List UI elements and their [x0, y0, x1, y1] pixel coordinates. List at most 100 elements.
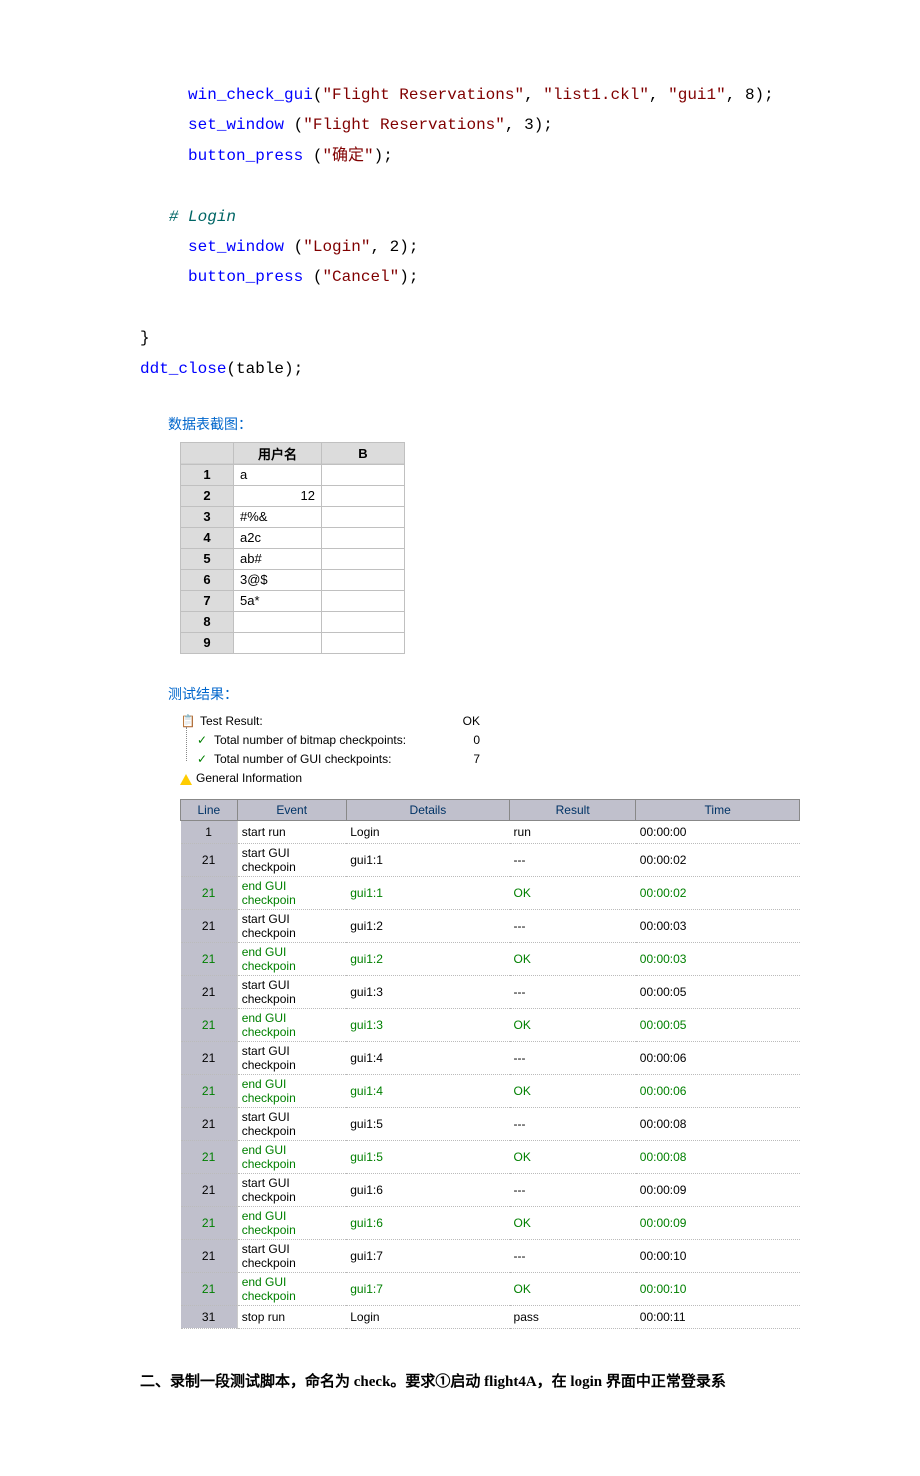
- results-row[interactable]: 21end GUI checkpoingui1:3OK00:00:05: [181, 1008, 800, 1041]
- cell-result: ---: [510, 909, 636, 942]
- results-row[interactable]: 21end GUI checkpoingui1:1OK00:00:02: [181, 876, 800, 909]
- row-number: 2: [181, 485, 234, 506]
- cell-username[interactable]: [234, 632, 322, 653]
- cell-details: gui1:5: [346, 1107, 509, 1140]
- cell-username[interactable]: #%&: [234, 506, 322, 527]
- results-table: Line Event Details Result Time 1start ru…: [180, 799, 800, 1329]
- cell-username[interactable]: 3@$: [234, 569, 322, 590]
- section-label-test-result: 测试结果：: [168, 684, 780, 704]
- cell-username[interactable]: a: [234, 464, 322, 485]
- cell-b[interactable]: [322, 464, 405, 485]
- cell-b[interactable]: [322, 590, 405, 611]
- data-spreadsheet: 用户名 B 1a2123#%&4a2c5ab#63@$75a*89: [180, 442, 405, 654]
- code-text: );: [399, 238, 418, 256]
- code-fn: button_press: [188, 147, 303, 165]
- cell-details: Login: [346, 1305, 509, 1328]
- cell-details: gui1:5: [346, 1140, 509, 1173]
- bottom-paragraph: 二、录制一段测试脚本，命名为 check。要求①启动 flight4A，在 lo…: [140, 1369, 780, 1396]
- tree-item-test-result[interactable]: 📋 Test Result: OK: [180, 712, 780, 731]
- cell-b[interactable]: [322, 569, 405, 590]
- results-row[interactable]: 21start GUI checkpoingui1:5---00:00:08: [181, 1107, 800, 1140]
- code-text: ,: [505, 116, 524, 134]
- cell-time: 00:00:08: [636, 1107, 800, 1140]
- spreadsheet-row: 4a2c: [181, 527, 405, 548]
- check-icon: ✓: [194, 731, 210, 750]
- results-row[interactable]: 21start GUI checkpoingui1:1---00:00:02: [181, 843, 800, 876]
- cell-b[interactable]: [322, 506, 405, 527]
- code-fn: win_check_gui: [188, 86, 313, 104]
- cell-username[interactable]: [234, 611, 322, 632]
- cell-username[interactable]: 12: [234, 485, 322, 506]
- code-text: (table);: [226, 360, 303, 378]
- cell-line: 21: [181, 876, 238, 909]
- cell-event: start GUI checkpoin: [237, 1173, 346, 1206]
- results-row[interactable]: 21start GUI checkpoingui1:7---00:00:10: [181, 1239, 800, 1272]
- row-number: 8: [181, 611, 234, 632]
- results-row[interactable]: 21start GUI checkpoingui1:3---00:00:05: [181, 975, 800, 1008]
- code-text: (: [313, 86, 323, 104]
- cell-details: gui1:7: [346, 1239, 509, 1272]
- tree-label: Total number of GUI checkpoints:: [214, 750, 391, 769]
- code-str: "Cancel": [322, 268, 399, 286]
- col-header-result[interactable]: Result: [510, 799, 636, 820]
- cell-b[interactable]: [322, 632, 405, 653]
- col-header-line[interactable]: Line: [181, 799, 238, 820]
- cell-b[interactable]: [322, 548, 405, 569]
- code-text: (: [303, 268, 322, 286]
- cell-event: end GUI checkpoin: [237, 942, 346, 975]
- results-row[interactable]: 21end GUI checkpoingui1:5OK00:00:08: [181, 1140, 800, 1173]
- cell-time: 00:00:08: [636, 1140, 800, 1173]
- cell-result: ---: [510, 975, 636, 1008]
- results-row[interactable]: 21start GUI checkpoingui1:4---00:00:06: [181, 1041, 800, 1074]
- code-num: 3: [524, 116, 534, 134]
- cell-line: 21: [181, 1173, 238, 1206]
- cell-username[interactable]: a2c: [234, 527, 322, 548]
- tree-item-gui-checkpoints[interactable]: ✓ Total number of GUI checkpoints: 7: [194, 750, 780, 769]
- results-row[interactable]: 21start GUI checkpoingui1:6---00:00:09: [181, 1173, 800, 1206]
- col-header-time[interactable]: Time: [636, 799, 800, 820]
- cell-b[interactable]: [322, 611, 405, 632]
- spreadsheet-row: 8: [181, 611, 405, 632]
- cell-time: 00:00:06: [636, 1074, 800, 1107]
- code-text: );: [534, 116, 553, 134]
- cell-details: gui1:1: [346, 843, 509, 876]
- results-row[interactable]: 21end GUI checkpoingui1:7OK00:00:10: [181, 1272, 800, 1305]
- row-number: 1: [181, 464, 234, 485]
- results-row[interactable]: 21end GUI checkpoingui1:4OK00:00:06: [181, 1074, 800, 1107]
- results-row[interactable]: 21end GUI checkpoingui1:6OK00:00:09: [181, 1206, 800, 1239]
- tree-item-general-info[interactable]: General Information: [180, 769, 780, 788]
- cell-result: ---: [510, 1041, 636, 1074]
- results-row[interactable]: 1start runLoginrun00:00:00: [181, 820, 800, 843]
- cell-time: 00:00:09: [636, 1206, 800, 1239]
- cell-b[interactable]: [322, 485, 405, 506]
- cell-line: 31: [181, 1305, 238, 1328]
- cell-username[interactable]: ab#: [234, 548, 322, 569]
- row-number: 4: [181, 527, 234, 548]
- col-header-details[interactable]: Details: [346, 799, 509, 820]
- cell-result: OK: [510, 942, 636, 975]
- cell-details: gui1:3: [346, 1008, 509, 1041]
- cell-line: 21: [181, 942, 238, 975]
- tree-item-bitmap-checkpoints[interactable]: ✓ Total number of bitmap checkpoints: 0: [194, 731, 780, 750]
- code-text: );: [399, 268, 418, 286]
- cell-username[interactable]: 5a*: [234, 590, 322, 611]
- cell-result: OK: [510, 1206, 636, 1239]
- cell-b[interactable]: [322, 527, 405, 548]
- col-header-event[interactable]: Event: [237, 799, 346, 820]
- cell-result: OK: [510, 1008, 636, 1041]
- cell-result: ---: [510, 1239, 636, 1272]
- results-row[interactable]: 31stop runLoginpass00:00:11: [181, 1305, 800, 1328]
- cell-details: gui1:1: [346, 876, 509, 909]
- cell-result: ---: [510, 843, 636, 876]
- results-row[interactable]: 21end GUI checkpoingui1:2OK00:00:03: [181, 942, 800, 975]
- cell-line: 21: [181, 843, 238, 876]
- cell-details: gui1:2: [346, 942, 509, 975]
- cell-event: stop run: [237, 1305, 346, 1328]
- spreadsheet-row: 75a*: [181, 590, 405, 611]
- code-fn: set_window: [188, 116, 284, 134]
- results-row[interactable]: 21start GUI checkpoingui1:2---00:00:03: [181, 909, 800, 942]
- code-block: win_check_gui("Flight Reservations", "li…: [140, 80, 780, 384]
- cell-time: 00:00:00: [636, 820, 800, 843]
- code-text: ,: [524, 86, 543, 104]
- code-str: "gui1": [668, 86, 726, 104]
